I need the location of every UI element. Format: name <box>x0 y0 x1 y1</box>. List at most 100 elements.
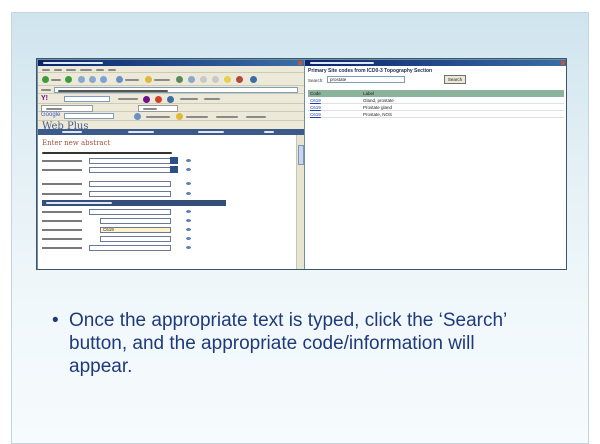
dropdown-arrow-icon[interactable] <box>170 157 178 164</box>
form-row <box>42 180 224 188</box>
title-bar <box>305 60 566 66</box>
search-icon[interactable] <box>116 76 123 83</box>
nav-link[interactable] <box>62 131 82 133</box>
form-input[interactable] <box>89 245 171 251</box>
messenger-icon[interactable] <box>236 76 243 83</box>
browser-window-web-plus: Y! Google Web Plus Enter new abstract C6… <box>38 60 304 269</box>
history-icon[interactable] <box>188 76 195 83</box>
toolbar-label-placeholder <box>246 116 266 118</box>
tab-web-plus[interactable] <box>41 105 93 112</box>
form-input[interactable] <box>100 218 171 224</box>
toolbar-icon[interactable] <box>143 96 150 103</box>
menu-item[interactable] <box>96 69 104 71</box>
tab-label-placeholder <box>143 108 157 110</box>
lookup-eye-icon[interactable] <box>186 237 191 240</box>
screenshot-image: Y! Google Web Plus Enter new abstract C6… <box>36 58 567 270</box>
menu-item[interactable] <box>108 69 116 71</box>
code-link[interactable]: C619 <box>310 98 321 103</box>
url-placeholder <box>58 90 168 92</box>
field-label-placeholder <box>42 169 82 171</box>
toolbar <box>38 73 304 86</box>
back-label-placeholder <box>51 79 61 81</box>
toolbar-icon[interactable] <box>155 96 162 103</box>
google-logo-icon[interactable]: Google <box>41 112 60 118</box>
bullet-dot: • <box>52 310 59 331</box>
stop-icon[interactable] <box>78 76 85 83</box>
lookup-eye-icon[interactable] <box>186 219 191 222</box>
form-input[interactable] <box>89 191 171 197</box>
lookup-eye-icon[interactable] <box>186 228 191 231</box>
menu-item[interactable] <box>66 69 76 71</box>
menu-item[interactable] <box>54 69 62 71</box>
nav-link[interactable] <box>128 131 154 133</box>
form-row <box>42 190 224 198</box>
table-row: C619 Prostate gland <box>308 105 564 111</box>
lookup-eye-icon[interactable] <box>186 210 191 213</box>
code-label: Prostate gland <box>363 105 393 110</box>
lookup-eye-icon[interactable] <box>186 168 191 171</box>
address-input[interactable] <box>54 87 298 93</box>
form-row <box>42 244 224 252</box>
lookup-eye-icon[interactable] <box>186 246 191 249</box>
search-input[interactable]: prostate <box>327 76 405 83</box>
lookup-eye-icon[interactable] <box>186 182 191 185</box>
menu-bar <box>38 66 304 73</box>
toolbar-label-placeholder <box>186 116 208 118</box>
home-icon[interactable] <box>100 76 107 83</box>
close-icon[interactable] <box>298 61 302 65</box>
menu-item[interactable] <box>42 69 50 71</box>
bullet-text: Once the appropriate text is typed, clic… <box>69 310 507 377</box>
form-input[interactable] <box>89 167 171 173</box>
google-search-input[interactable] <box>64 113 114 119</box>
field-label-placeholder <box>42 211 82 213</box>
print-icon[interactable] <box>212 76 219 83</box>
toolbar-search-input[interactable] <box>64 96 110 102</box>
favorites-star-icon[interactable] <box>145 76 152 83</box>
primary-site-value: C619 <box>103 227 114 232</box>
title-text-placeholder <box>43 62 103 64</box>
nav-link[interactable] <box>264 131 274 133</box>
toolbar-search-label-placeholder <box>118 98 138 100</box>
form-row <box>42 208 224 216</box>
form-input[interactable] <box>89 209 171 215</box>
search-label-placeholder <box>125 79 139 81</box>
close-icon[interactable] <box>561 61 565 65</box>
scrollbar-thumb[interactable] <box>298 145 304 165</box>
folder-icon[interactable] <box>224 76 231 83</box>
form-row <box>42 157 224 165</box>
lookup-eye-icon[interactable] <box>186 159 191 162</box>
form-row <box>42 217 224 225</box>
code-link[interactable]: C619 <box>310 105 321 110</box>
form-row-primary-site: C619 <box>42 226 224 234</box>
primary-site-input[interactable]: C619 <box>100 227 171 233</box>
tools-icon[interactable] <box>250 76 257 83</box>
table-header: Code Label <box>308 90 564 97</box>
form-input[interactable] <box>100 236 171 242</box>
lookup-eye-icon[interactable] <box>186 192 191 195</box>
search-button[interactable]: Search <box>444 75 466 84</box>
browser-window-lookup: Primary Site codes from ICD0-3 Topograph… <box>305 60 566 269</box>
form-input[interactable] <box>89 181 171 187</box>
forward-arrow-icon[interactable] <box>65 76 72 83</box>
toolbar-icon[interactable] <box>167 96 174 103</box>
search-label: Search: <box>308 78 324 83</box>
tab-add[interactable] <box>138 105 178 112</box>
mail-icon[interactable] <box>200 76 207 83</box>
bookmarks-icon[interactable] <box>176 113 183 120</box>
vertical-scrollbar[interactable] <box>296 135 304 269</box>
form-input[interactable] <box>89 158 171 164</box>
back-arrow-icon[interactable] <box>42 76 49 83</box>
field-label-placeholder <box>42 229 82 231</box>
toolbar-icon[interactable] <box>134 113 141 120</box>
dropdown-arrow-icon[interactable] <box>170 166 178 173</box>
media-icon[interactable] <box>176 76 183 83</box>
field-label-placeholder <box>42 247 82 249</box>
section-title-placeholder <box>46 202 112 204</box>
field-label-placeholder <box>42 160 82 162</box>
menu-item[interactable] <box>80 69 92 71</box>
nav-link[interactable] <box>198 131 224 133</box>
refresh-icon[interactable] <box>89 76 96 83</box>
google-toolbar: Google <box>38 112 304 121</box>
code-link[interactable]: C619 <box>310 112 321 117</box>
yahoo-logo-icon[interactable]: Y! <box>41 95 48 102</box>
